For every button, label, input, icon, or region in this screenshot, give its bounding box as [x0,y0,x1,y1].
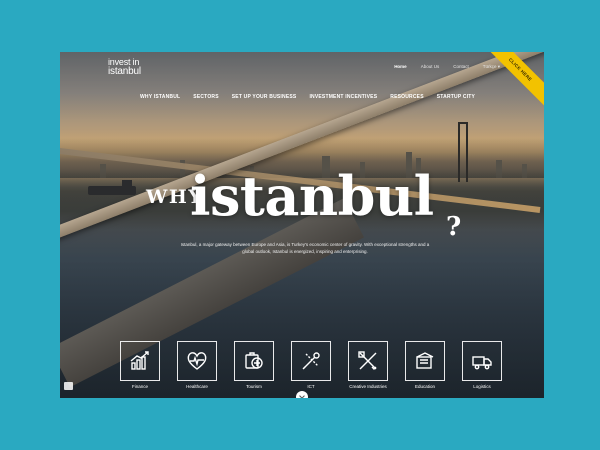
top-nav-about[interactable]: About Us [421,64,440,70]
main-nav-resources[interactable]: RESOURCES [390,94,423,100]
tourism-icon [245,352,263,369]
main-nav: WHY ISTANBUL SECTORS SET UP YOUR BUSINES… [140,94,475,100]
bridge-tower [458,122,468,182]
finance-chart-icon [130,351,149,370]
sector-label: Finance [131,384,148,389]
main-nav-investment-incentives[interactable]: INVESTMENT INCENTIVES [309,94,377,100]
sector-creative-industries[interactable]: Creative Industries [348,341,388,389]
hero-title: istanbul [190,164,434,228]
creative-tools-icon [358,351,377,370]
top-nav-home[interactable]: Home [394,64,407,70]
sector-label: Healthcare [186,384,208,389]
top-nav: Home About Us Contact Türkçe ▾ [394,64,500,70]
site-logo[interactable]: invest in istanbul [108,58,141,77]
sector-label: Tourism [246,384,262,389]
heart-pulse-icon [187,352,207,370]
sector-list: Finance Healthcare Tourism ICT Creative … [120,341,502,389]
language-selector[interactable]: Türkçe ▾ [483,64,500,70]
hero-question-mark: ? [446,212,462,242]
cargo-ship [88,180,136,195]
sector-label: Education [414,384,435,389]
sector-logistics[interactable]: Logistics [462,341,502,389]
sector-healthcare[interactable]: Healthcare [177,341,217,389]
main-nav-set-up-business[interactable]: SET UP YOUR BUSINESS [232,94,297,100]
ict-tools-icon [302,352,320,370]
scroll-down-button[interactable] [296,391,308,398]
sector-education[interactable]: Education [405,341,445,389]
education-icon [416,352,434,369]
browser-screenshot: CLICK HERE invest in istanbul Home About… [60,52,544,398]
main-nav-startup-city[interactable]: STARTUP CITY [437,94,475,100]
logo-line-2: istanbul [108,66,141,77]
sector-label: Logistics [473,384,491,389]
sector-label: ICT [307,384,315,389]
sector-finance[interactable]: Finance [120,341,160,389]
main-nav-why-istanbul[interactable]: WHY ISTANBUL [140,94,180,100]
sector-label: Creative Industries [349,384,387,389]
top-nav-contact[interactable]: Contact [453,64,469,70]
sector-ict[interactable]: ICT [291,341,331,389]
main-nav-sectors[interactable]: SECTORS [193,94,218,100]
chat-icon[interactable] [64,382,73,390]
logistics-truck-icon [472,356,492,370]
hero-tagline: Istanbul, a major gateway between Europe… [180,242,430,254]
sector-tourism[interactable]: Tourism [234,341,274,389]
